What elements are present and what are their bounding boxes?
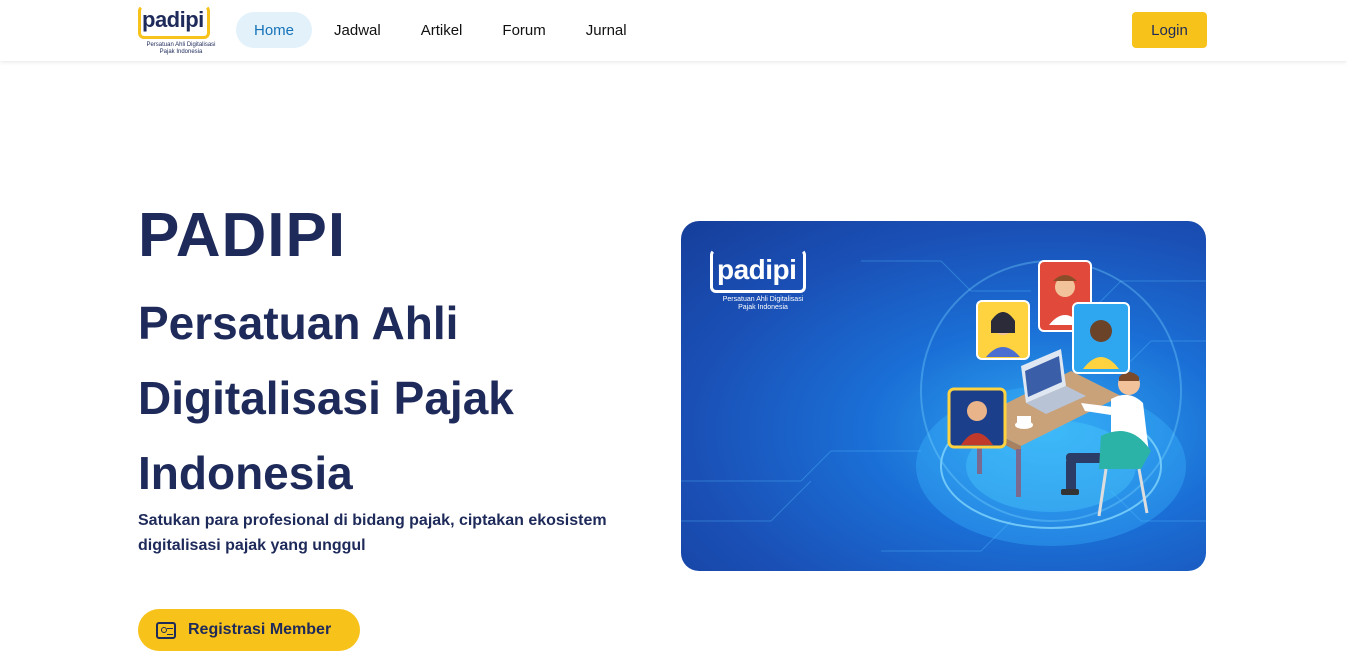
logo-subtitle: Persatuan Ahli Digitalisasi Pajak Indone… — [146, 42, 216, 55]
nav-item-forum[interactable]: Forum — [484, 12, 563, 48]
register-member-label: Registrasi Member — [188, 621, 332, 638]
main-nav: Home Jadwal Artikel Forum Jurnal — [236, 12, 645, 48]
illustration-logo-subtitle: Persatuan Ahli Digitalisasi Pajak Indone… — [722, 296, 804, 311]
illustration-logo-wordmark: padipi — [717, 254, 797, 285]
hero-subtitle: Persatuan Ahli Digitalisasi Pajak Indone… — [138, 297, 514, 499]
login-button[interactable]: Login — [1132, 12, 1207, 48]
nav-item-jurnal[interactable]: Jurnal — [568, 12, 645, 48]
top-navbar: padipi Persatuan Ahli Digitalisasi Pajak… — [0, 0, 1347, 61]
hero-illustration: padipi Persatuan Ahli Digitalisasi Pajak… — [681, 221, 1206, 571]
nav-item-jadwal[interactable]: Jadwal — [316, 12, 399, 48]
register-member-button[interactable]: Registrasi Member — [138, 609, 360, 651]
nav-item-artikel[interactable]: Artikel — [403, 12, 481, 48]
logo-wordmark: padipi — [142, 7, 204, 32]
hero-description: Satukan para profesional di bidang pajak… — [138, 512, 607, 554]
hero-title: PADIPI — [138, 201, 347, 270]
id-card-icon — [156, 621, 176, 639]
nav-item-home[interactable]: Home — [236, 12, 313, 48]
padipi-logo[interactable]: padipi Persatuan Ahli Digitalisasi Pajak… — [138, 5, 216, 55]
